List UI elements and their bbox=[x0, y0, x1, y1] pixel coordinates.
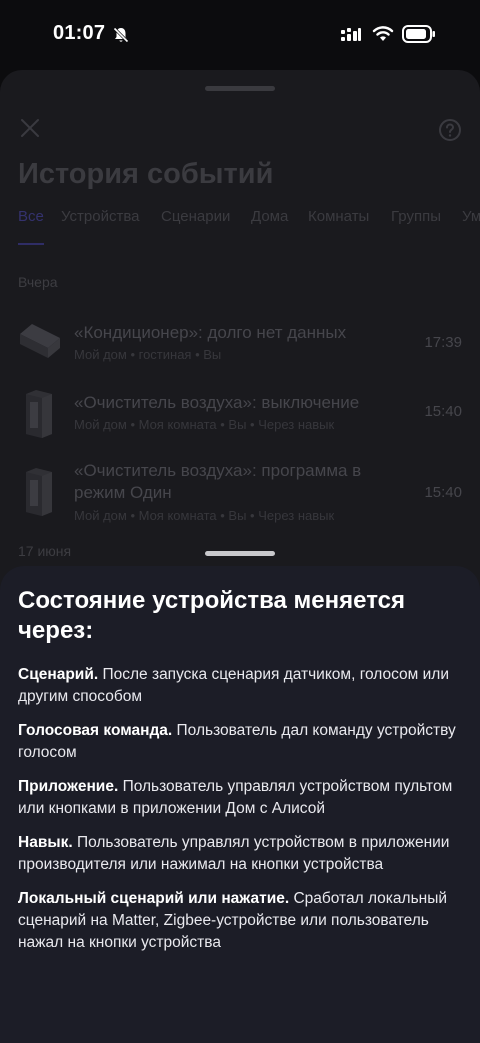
event-row[interactable]: «Очиститель воздуха»: выключение Мой дом… bbox=[0, 386, 480, 446]
info-item-skill: Навык. Пользователь управлял устройством… bbox=[18, 832, 466, 876]
air-purifier-icon bbox=[26, 468, 52, 516]
close-icon[interactable] bbox=[20, 118, 40, 138]
sheet-grabber[interactable] bbox=[205, 86, 275, 91]
event-time: 15:40 bbox=[424, 403, 462, 420]
info-item-app: Приложение. Пользователь управлял устрой… bbox=[18, 776, 466, 820]
tab-groups[interactable]: Группы bbox=[391, 208, 441, 225]
page-title: История событий bbox=[18, 158, 274, 190]
event-title: «Кондиционер»: долго нет данных bbox=[74, 323, 347, 342]
info-item-term: Голосовая команда. bbox=[18, 722, 173, 739]
event-subtitle: Мой дом • гостиная • Вы bbox=[74, 347, 222, 362]
info-item-term: Локальный сценарий или нажатие. bbox=[18, 890, 290, 907]
info-bottom-sheet: Состояние устройства меняется через: Сце… bbox=[0, 566, 480, 1043]
event-subtitle: Мой дом • Моя комната • Вы • Через навык bbox=[74, 417, 335, 432]
info-item-scenario: Сценарий. После запуска сценария датчико… bbox=[18, 664, 466, 708]
tab-smart[interactable]: Ум bbox=[462, 208, 480, 225]
air-conditioner-icon bbox=[20, 324, 60, 358]
info-item-term: Сценарий. bbox=[18, 666, 99, 683]
air-purifier-icon bbox=[26, 390, 52, 438]
info-item-term: Приложение. bbox=[18, 778, 119, 795]
event-row[interactable]: «Кондиционер»: долго нет данных Мой дом … bbox=[0, 318, 480, 368]
event-time: 15:40 bbox=[424, 484, 462, 501]
event-time: 17:39 bbox=[424, 334, 462, 351]
event-subtitle: Мой дом • Моя комната • Вы • Через навык bbox=[74, 508, 335, 523]
section-label-date: 17 июня bbox=[18, 543, 72, 559]
tab-homes[interactable]: Дома bbox=[251, 208, 288, 225]
info-list: Сценарий. После запуска сценария датчико… bbox=[18, 664, 466, 966]
tab-rooms[interactable]: Комнаты bbox=[308, 208, 369, 225]
tab-active-indicator bbox=[18, 243, 44, 245]
info-item-term: Навык. bbox=[18, 834, 73, 851]
event-title: «Очиститель воздуха»: выключение bbox=[74, 393, 360, 412]
section-label-yesterday: Вчера bbox=[18, 274, 58, 290]
info-item-voice-command: Голосовая команда. Пользователь дал кома… bbox=[18, 720, 466, 764]
info-item-text: Пользователь управлял устройством в прил… bbox=[18, 834, 450, 873]
info-item-local-scenario: Локальный сценарий или нажатие. Сработал… bbox=[18, 888, 466, 954]
tab-scenarios[interactable]: Сценарии bbox=[161, 208, 230, 225]
event-row[interactable]: «Очиститель воздуха»: программа в режим … bbox=[0, 458, 480, 528]
info-sheet-grabber[interactable] bbox=[205, 551, 275, 556]
help-icon[interactable] bbox=[438, 118, 462, 142]
tab-all[interactable]: Все bbox=[18, 208, 44, 225]
info-title: Состояние устройства меняется через: bbox=[18, 587, 405, 644]
event-title: «Очиститель воздуха»: программа в режим … bbox=[74, 461, 362, 502]
tab-devices[interactable]: Устройства bbox=[61, 208, 139, 225]
